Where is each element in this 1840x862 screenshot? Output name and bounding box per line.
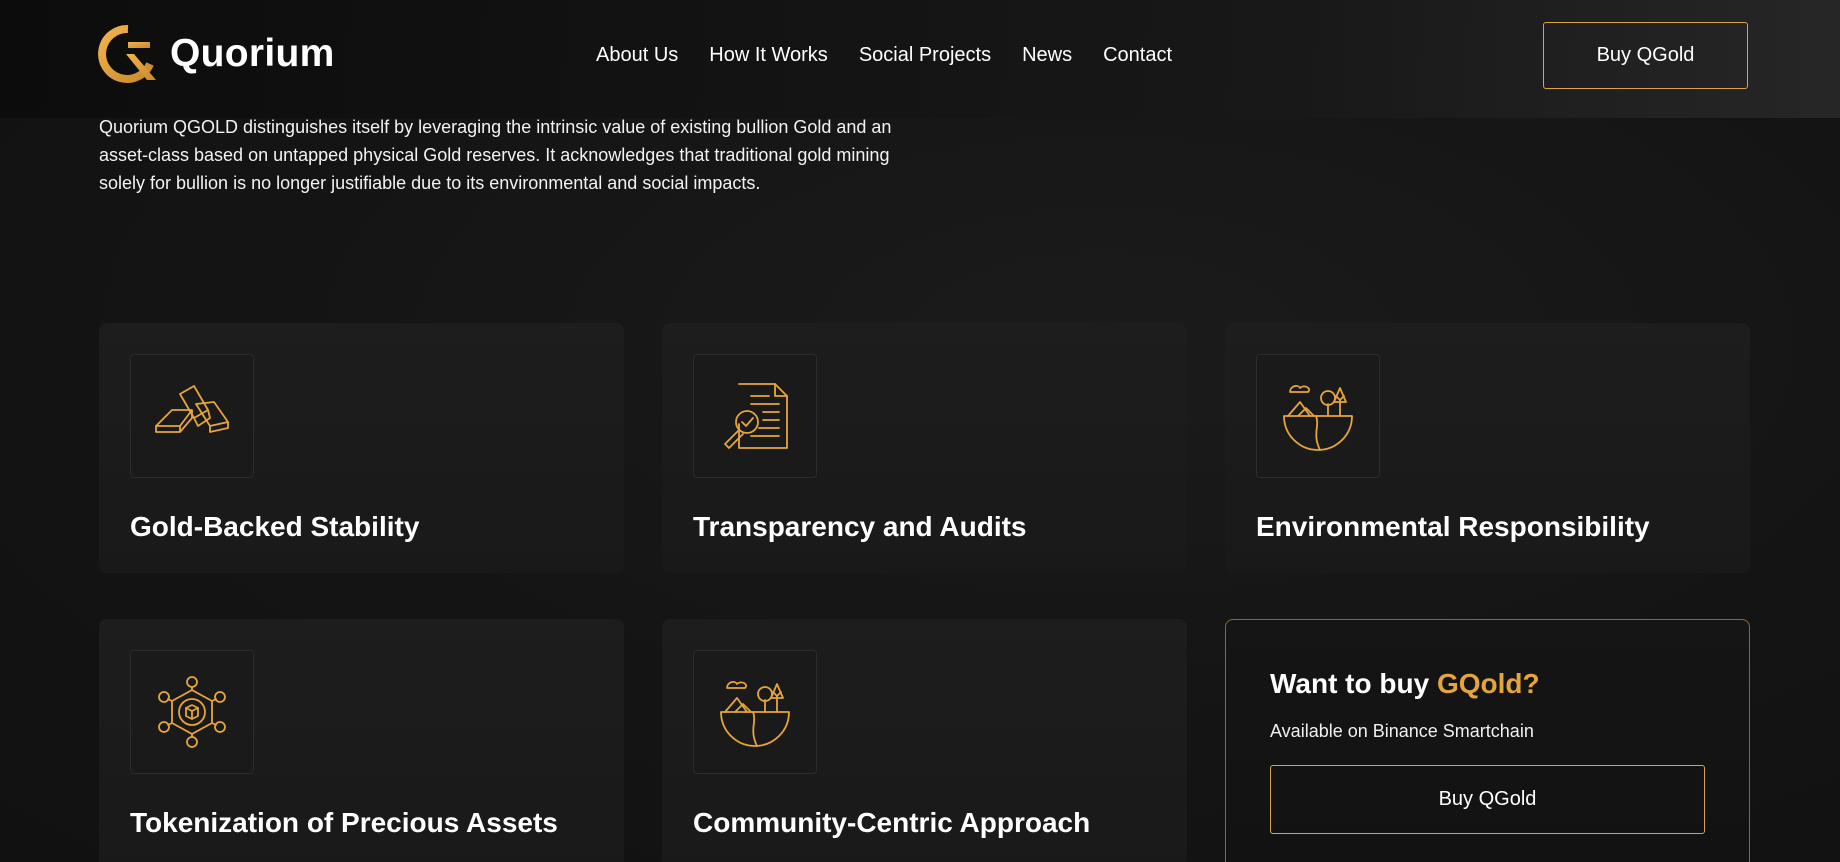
page: Quorium About Us How It Works Social Pro…	[0, 0, 1840, 862]
feature-icon-box	[130, 650, 254, 774]
nav-social-projects[interactable]: Social Projects	[859, 44, 991, 67]
nav-about-us[interactable]: About Us	[596, 44, 678, 67]
nav-news[interactable]: News	[1022, 44, 1072, 67]
quorium-q-logo-icon	[98, 24, 156, 83]
feature-title: Gold-Backed Stability	[130, 511, 420, 542]
site-header: Quorium About Us How It Works Social Pro…	[0, 0, 1840, 118]
nav-how-it-works[interactable]: How It Works	[709, 44, 828, 67]
feature-icon-box	[693, 354, 817, 478]
blockchain-cube-icon	[158, 676, 226, 748]
buy-cta-card: Want to buy GQold? Available on Binance …	[1225, 619, 1750, 862]
earth-nature-icon	[1283, 385, 1353, 451]
feature-card-gold-backed-stability: Gold-Backed Stability	[99, 323, 624, 573]
feature-card-environmental-responsibility: Environmental Responsibility	[1225, 323, 1750, 573]
feature-title: Community-Centric Approach	[693, 807, 1091, 838]
feature-card-community-centric: Community-Centric Approach	[662, 619, 1187, 862]
logo[interactable]: Quorium	[98, 24, 335, 84]
feature-icon-box	[1256, 354, 1380, 478]
main-nav: About Us How It Works Social Projects Ne…	[596, 44, 1203, 67]
feature-icon-box	[130, 354, 254, 478]
header-buy-qgold-button[interactable]: Buy QGold	[1543, 22, 1748, 89]
feature-icon-box	[693, 650, 817, 774]
feature-title: Environmental Responsibility	[1256, 511, 1650, 542]
gold-bars-icon	[155, 385, 229, 433]
cta-subtitle: Available on Binance Smartchain	[1270, 721, 1534, 741]
feature-card-tokenization: Tokenization of Precious Assets	[99, 619, 624, 862]
intro-paragraph: Quorium QGOLD distinguishes itself by le…	[99, 117, 892, 193]
feature-title: Tokenization of Precious Assets	[130, 807, 558, 838]
earth-nature-icon	[720, 681, 790, 747]
cta-title-prefix: Want to buy	[1270, 668, 1437, 699]
document-audit-icon	[724, 383, 788, 449]
cta-title: Want to buy GQold?	[1270, 668, 1540, 700]
brand-name: Quorium	[170, 32, 335, 75]
cta-buy-qgold-button[interactable]: Buy QGold	[1270, 765, 1705, 834]
nav-contact[interactable]: Contact	[1103, 44, 1172, 67]
feature-title: Transparency and Audits	[693, 511, 1027, 542]
feature-card-transparency-audits: Transparency and Audits	[662, 323, 1187, 573]
cta-title-accent: GQold?	[1436, 668, 1540, 699]
